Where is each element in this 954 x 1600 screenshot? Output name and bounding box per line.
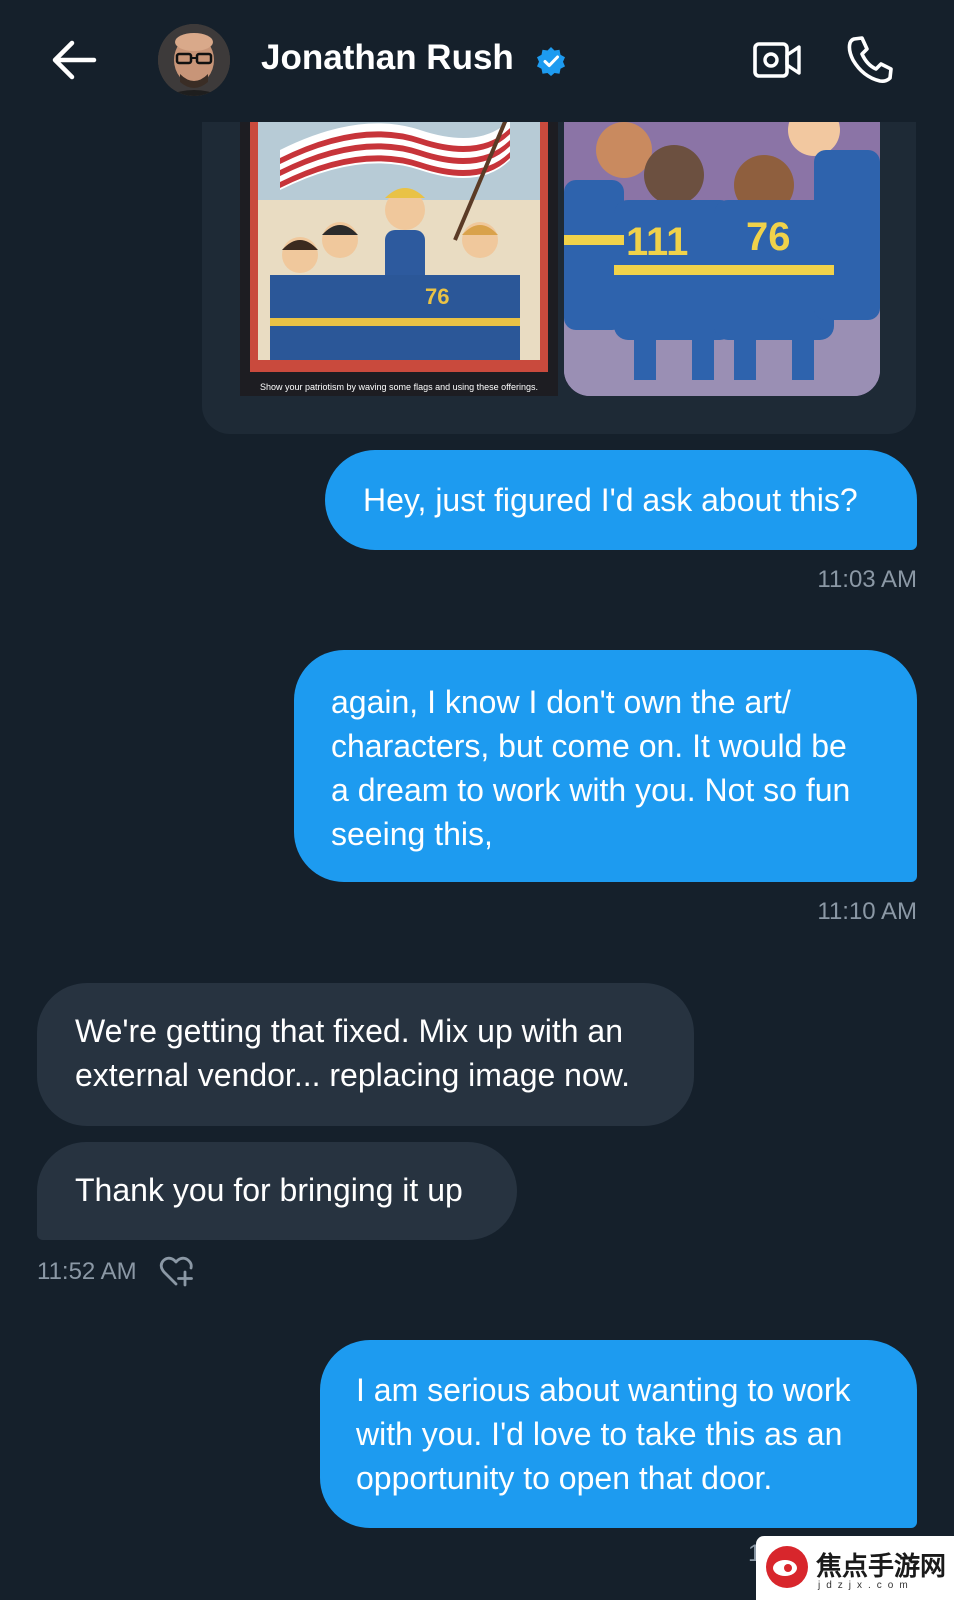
site-watermark: 焦点手游网 jdzjx.com — [756, 1536, 954, 1600]
svg-text:111: 111 — [626, 220, 688, 264]
video-call-icon[interactable] — [752, 40, 802, 80]
contact-name[interactable]: Jonathan Rush — [261, 38, 514, 78]
verified-badge-icon — [537, 47, 565, 76]
conversation-header: Jonathan Rush — [0, 0, 954, 122]
watermark-logo-icon — [766, 1546, 808, 1588]
avatar-photo — [158, 24, 230, 96]
attached-image-flag-poster[interactable]: 76 Show your patriotism by waving some f… — [240, 90, 558, 396]
flag-poster-illustration: 76 — [240, 90, 558, 396]
image-caption: Show your patriotism by waving some flag… — [260, 382, 538, 392]
back-arrow-icon[interactable] — [50, 38, 98, 82]
attached-image-vault-dwellers[interactable]: 111 76 — [564, 90, 880, 396]
watermark-subtitle: jdzjx.com — [818, 1580, 914, 1591]
message-bubble-sent[interactable]: Hey, just figured I'd ask about this? — [325, 450, 917, 550]
message-bubble-received[interactable]: Thank you for bringing it up — [37, 1142, 517, 1240]
message-timestamp: 11:03 AM — [817, 566, 917, 593]
phone-call-icon[interactable] — [846, 34, 894, 84]
message-bubble-sent[interactable]: I am serious about wanting to work with … — [320, 1340, 917, 1528]
message-text: again, I know I don't own the art/ chara… — [331, 684, 851, 852]
message-timestamp: 11:10 AM — [817, 898, 917, 925]
message-text: Thank you for bringing it up — [75, 1172, 463, 1208]
avatar[interactable] — [158, 24, 230, 96]
vault-dwellers-illustration: 111 76 — [564, 90, 880, 396]
shared-image-card[interactable]: 76 Show your patriotism by waving some f… — [202, 90, 916, 434]
svg-text:76: 76 — [746, 215, 791, 259]
message-timestamp: 11:52 AM — [37, 1258, 137, 1285]
watermark-title: 焦点手游网 — [816, 1552, 947, 1582]
message-text: Hey, just figured I'd ask about this? — [363, 482, 858, 518]
message-bubble-sent[interactable]: again, I know I don't own the art/ chara… — [294, 650, 917, 882]
message-bubble-received[interactable]: We're getting that fixed. Mix up with an… — [37, 983, 694, 1126]
svg-text:76: 76 — [425, 284, 449, 309]
add-reaction-heart-icon[interactable] — [158, 1254, 194, 1288]
message-text: We're getting that fixed. Mix up with an… — [75, 1013, 630, 1093]
message-text: I am serious about wanting to work with … — [356, 1372, 851, 1496]
